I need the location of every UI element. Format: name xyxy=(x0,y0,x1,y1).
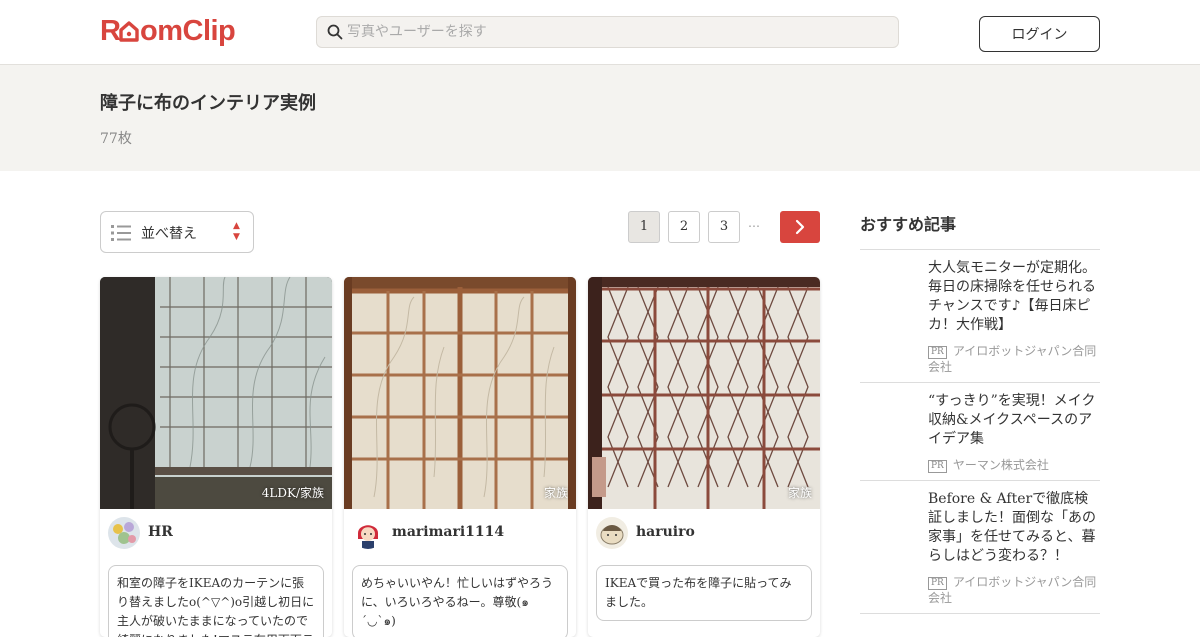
card-photo[interactable] xyxy=(100,277,332,509)
pr-badge: PR xyxy=(928,577,947,590)
room-tag[interactable]: 4LDK/家族 xyxy=(262,484,324,501)
sponsor-name: ヤーマン株式会社 xyxy=(952,458,1049,472)
card-photo[interactable] xyxy=(344,277,576,509)
page-ellipsis: … xyxy=(748,216,760,230)
page-2-button[interactable]: 2 xyxy=(668,211,700,243)
caption-bubble: 和室の障子をIKEAのカーテンに張り替えましたo(^▽^)o引越し初日に主人が破… xyxy=(108,565,324,637)
next-page-button[interactable] xyxy=(780,211,820,243)
article-thumbnail[interactable] xyxy=(860,393,918,451)
article-title[interactable]: Before & Afterで徹底検証しました！面倒な「あの家事」を任せてみると… xyxy=(928,490,1100,566)
article-title[interactable]: “すっきり”を実現！メイク収納&メイクスペースのアイデア集 xyxy=(928,392,1100,449)
search-box[interactable] xyxy=(316,16,899,48)
article-sponsor: PR ヤーマン株式会社 xyxy=(928,457,1100,473)
sort-select[interactable]: 並べ替え ▲ ▼ xyxy=(100,211,254,253)
article-thumbnail[interactable] xyxy=(860,260,918,318)
sponsor-name: アイロボットジャパン合同会社 xyxy=(928,344,1097,374)
sidebar-divider xyxy=(860,613,1100,614)
roomclip-logo[interactable]: R omClip xyxy=(100,14,236,56)
username[interactable]: marimari1114 xyxy=(392,524,504,540)
sort-label: 並べ替え xyxy=(141,226,197,242)
sort-arrows-icon: ▲ ▼ xyxy=(233,221,240,242)
room-tag[interactable]: 家族 xyxy=(788,484,812,501)
caption-bubble: めちゃいいやん！忙しいはずやろうに、いろいろやるねー。尊敬(๑´◡`๑) xyxy=(352,565,568,637)
pr-badge: PR xyxy=(928,460,947,473)
pr-badge: PR xyxy=(928,346,947,359)
page-title: 障子に布のインテリア実例 xyxy=(100,93,316,114)
caption-bubble: IKEAで買った布を障子に貼ってみました。 xyxy=(596,565,812,621)
sponsor-name: アイロボットジャパン合同会社 xyxy=(928,575,1097,605)
article-thumbnail[interactable] xyxy=(860,491,918,549)
card-photo[interactable] xyxy=(588,277,820,509)
article-title[interactable]: 大人気モニターが定期化。毎日の床掃除を任せられるチャンスです♪【毎日床ピカ！大作… xyxy=(928,259,1100,335)
username[interactable]: HR xyxy=(148,524,173,540)
svg-text:omClip: omClip xyxy=(140,15,235,47)
site-header: R omClip ログイン xyxy=(0,0,1200,65)
avatar[interactable] xyxy=(352,517,384,549)
search-input[interactable] xyxy=(347,17,887,47)
photo-count: 77枚 xyxy=(100,131,132,147)
photo-card[interactable]: 4LDK/家族 HR 和室の障子をIKEAのカーテンに張り替えましたo(^▽^)… xyxy=(100,277,332,637)
article-item[interactable]: “すっきり”を実現！メイク収納&メイクスペースのアイデア集 PR ヤーマン株式会社 xyxy=(860,382,1100,480)
list-icon xyxy=(111,225,131,241)
svg-text:R: R xyxy=(100,15,121,47)
photo-card[interactable]: 家族 marimari1114 めちゃいいやん！忙しいはずやろうに、いろいろやる… xyxy=(344,277,576,637)
username[interactable]: haruiro xyxy=(636,524,695,540)
login-button[interactable]: ログイン xyxy=(979,16,1100,52)
photo-card[interactable]: 家族 haruiro IKEAで買った布を障子に貼ってみました。 xyxy=(588,277,820,637)
sidebar-title: おすすめ記事 xyxy=(860,215,957,234)
search-icon xyxy=(327,24,343,40)
chevron-right-icon xyxy=(795,219,805,235)
article-sponsor: PR アイロボットジャパン合同会社 xyxy=(928,574,1100,606)
page-3-button[interactable]: 3 xyxy=(708,211,740,243)
avatar[interactable] xyxy=(108,517,140,549)
article-item[interactable]: 大人気モニターが定期化。毎日の床掃除を任せられるチャンスです♪【毎日床ピカ！大作… xyxy=(860,249,1100,383)
article-sponsor: PR アイロボットジャパン合同会社 xyxy=(928,343,1100,375)
avatar[interactable] xyxy=(596,517,628,549)
room-tag[interactable]: 家族 xyxy=(544,484,568,501)
title-band: 障子に布のインテリア実例 77枚 xyxy=(0,65,1200,171)
article-item[interactable]: Before & Afterで徹底検証しました！面倒な「あの家事」を任せてみると… xyxy=(860,480,1100,613)
page-1-button[interactable]: 1 xyxy=(628,211,660,243)
